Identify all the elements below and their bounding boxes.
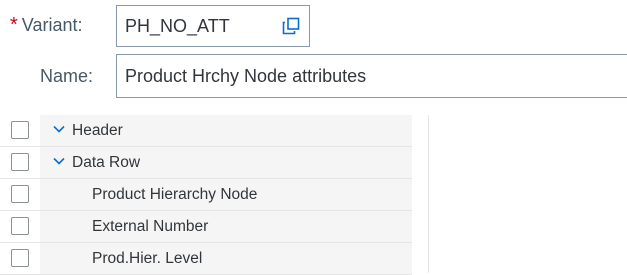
required-asterisk: * xyxy=(10,14,18,36)
chevron-down-icon[interactable] xyxy=(52,122,66,136)
tree-table: Header Data Row Product Hierarchy Node E… xyxy=(0,115,412,275)
row-checkbox[interactable] xyxy=(11,217,29,235)
table-row[interactable]: Prod.Hier. Level xyxy=(0,243,412,275)
table-row[interactable]: External Number xyxy=(0,211,412,243)
row-label: Prod.Hier. Level xyxy=(92,250,203,267)
variant-label: Variant: xyxy=(21,15,83,35)
name-value: Product Hrchy Node attributes xyxy=(125,66,367,86)
row-checkbox[interactable] xyxy=(11,249,29,267)
variant-label-group: * Variant: xyxy=(10,14,83,36)
row-label: Product Hierarchy Node xyxy=(92,186,258,203)
row-label: External Number xyxy=(92,218,209,235)
variant-value: PH_NO_ATT xyxy=(125,16,230,36)
chevron-down-icon[interactable] xyxy=(52,154,66,168)
table-row[interactable]: Product Hierarchy Node xyxy=(0,179,412,211)
column-divider xyxy=(428,115,429,273)
variant-field[interactable]: PH_NO_ATT xyxy=(116,5,310,47)
row-checkbox[interactable] xyxy=(11,185,29,203)
row-label: Header xyxy=(72,122,123,139)
copy-icon[interactable] xyxy=(282,17,300,35)
name-field[interactable]: Product Hrchy Node attributes xyxy=(116,54,627,98)
row-label: Data Row xyxy=(72,154,141,171)
row-checkbox[interactable] xyxy=(11,121,29,139)
name-label: Name: xyxy=(40,66,94,86)
table-row[interactable]: Header xyxy=(0,115,412,147)
table-row[interactable]: Data Row xyxy=(0,147,412,179)
row-checkbox[interactable] xyxy=(11,153,29,171)
